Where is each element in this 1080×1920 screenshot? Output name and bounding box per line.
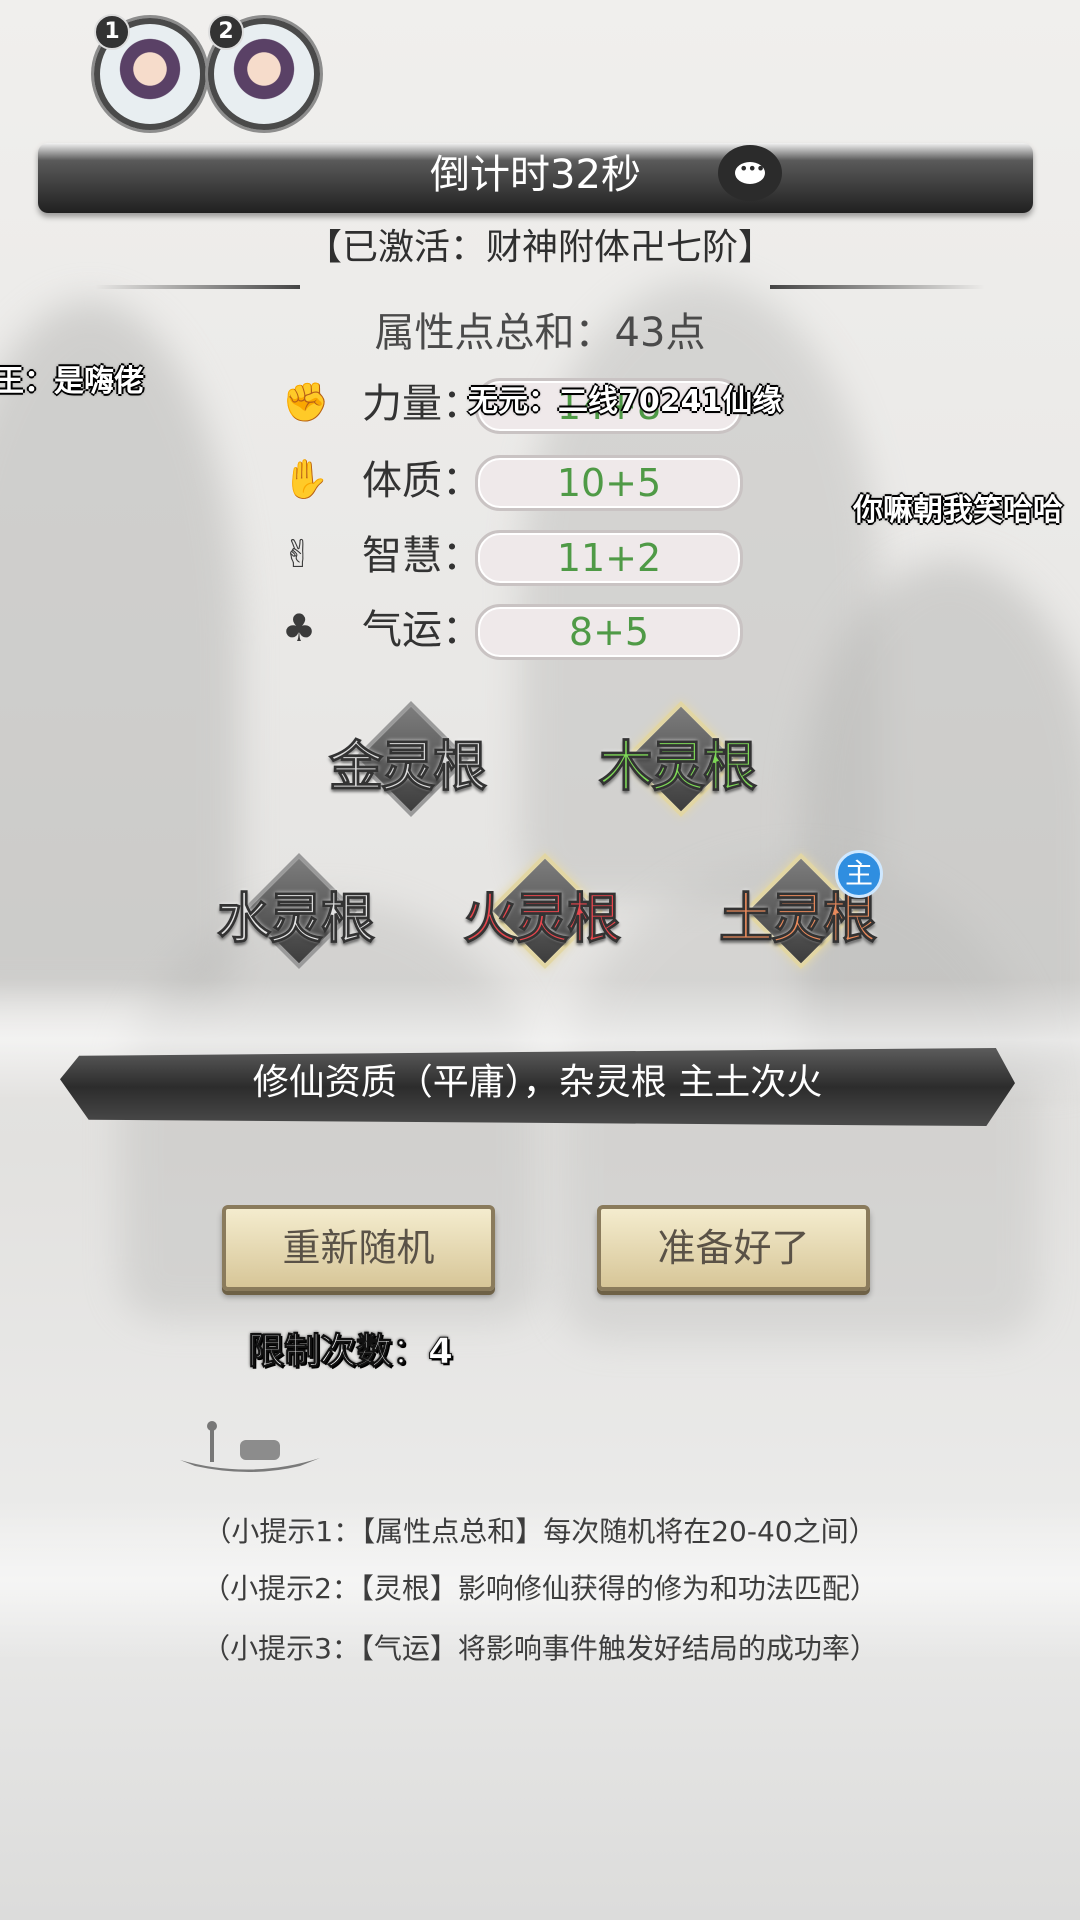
attribute-row-luck: ♣ 气运： 8+5 xyxy=(280,600,750,660)
spirit-root-fire[interactable]: 火灵根 xyxy=(456,852,626,969)
player-avatar-2[interactable]: 2 xyxy=(208,14,320,130)
attribute-row-constitution: ✋ 体质： 10+5 xyxy=(280,451,750,511)
attribute-value: 8+5 xyxy=(475,604,743,660)
ready-button[interactable]: 准备好了 xyxy=(597,1205,870,1291)
attribute-label: 力量： xyxy=(362,381,482,427)
player-number-badge: 1 xyxy=(94,14,130,50)
root-label: 火灵根 xyxy=(463,887,622,951)
hand-icon: ✋ xyxy=(282,457,330,501)
root-label: 金灵根 xyxy=(329,735,488,799)
attribute-label: 气运： xyxy=(362,607,482,653)
danmaku-message: 无元：二线70241仙缘 xyxy=(468,384,783,419)
tip-3: （小提示3：【气运】将影响事件触发好结局的成功率） xyxy=(202,1632,878,1665)
chat-bubble-icon xyxy=(735,159,765,184)
victory-hand-icon: ✌ xyxy=(282,532,314,576)
activated-buff-text: 【已激活：财神附体卍七阶】 xyxy=(305,227,774,268)
main-root-badge: 主 xyxy=(835,850,883,898)
player-avatar-1[interactable]: 1 xyxy=(94,14,206,130)
chat-button[interactable] xyxy=(718,145,782,201)
danmaku-message: 你嘛朝我笑哈哈 xyxy=(853,493,1063,528)
countdown-text: 倒计时32秒 xyxy=(430,152,641,198)
danmaku-message: 王：是嗨佬 xyxy=(0,364,144,399)
tip-2: （小提示2：【灵根】影响修仙获得的修为和功法匹配） xyxy=(202,1572,878,1605)
spirit-root-wood[interactable]: 木灵根 xyxy=(592,700,762,817)
reroll-limit: 限制次数：4 xyxy=(247,1331,454,1373)
attribute-row-wisdom: ✌ 智慧： 11+2 xyxy=(280,526,750,586)
root-label: 水灵根 xyxy=(217,887,376,951)
reroll-button[interactable]: 重新随机 xyxy=(222,1205,495,1291)
countdown-bar: 倒计时32秒 xyxy=(38,143,1033,213)
player-number-badge: 2 xyxy=(208,14,244,50)
spirit-root-water[interactable]: 水灵根 xyxy=(210,852,380,969)
divider-left xyxy=(95,285,300,289)
attribute-label: 体质： xyxy=(362,458,482,504)
attribute-value: 10+5 xyxy=(475,455,743,511)
attribute-sum: 属性点总和：43点 xyxy=(374,310,706,356)
spirit-root-metal[interactable]: 金灵根 xyxy=(322,700,492,817)
aptitude-summary: 修仙资质（平庸），杂灵根 主土次火 xyxy=(252,1062,823,1103)
clover-icon: ♣ xyxy=(282,606,317,650)
divider-right xyxy=(770,285,985,289)
root-label: 木灵根 xyxy=(599,735,758,799)
tip-1: （小提示1：【属性点总和】每次随机将在20-40之间） xyxy=(203,1515,877,1548)
attribute-value: 11+2 xyxy=(475,530,743,586)
boat-silhouette xyxy=(180,1421,320,1472)
fist-icon: ✊ xyxy=(282,380,330,424)
aptitude-banner: 修仙资质（平庸），杂灵根 主土次火 xyxy=(60,1048,1015,1126)
attribute-label: 智慧： xyxy=(362,533,482,579)
